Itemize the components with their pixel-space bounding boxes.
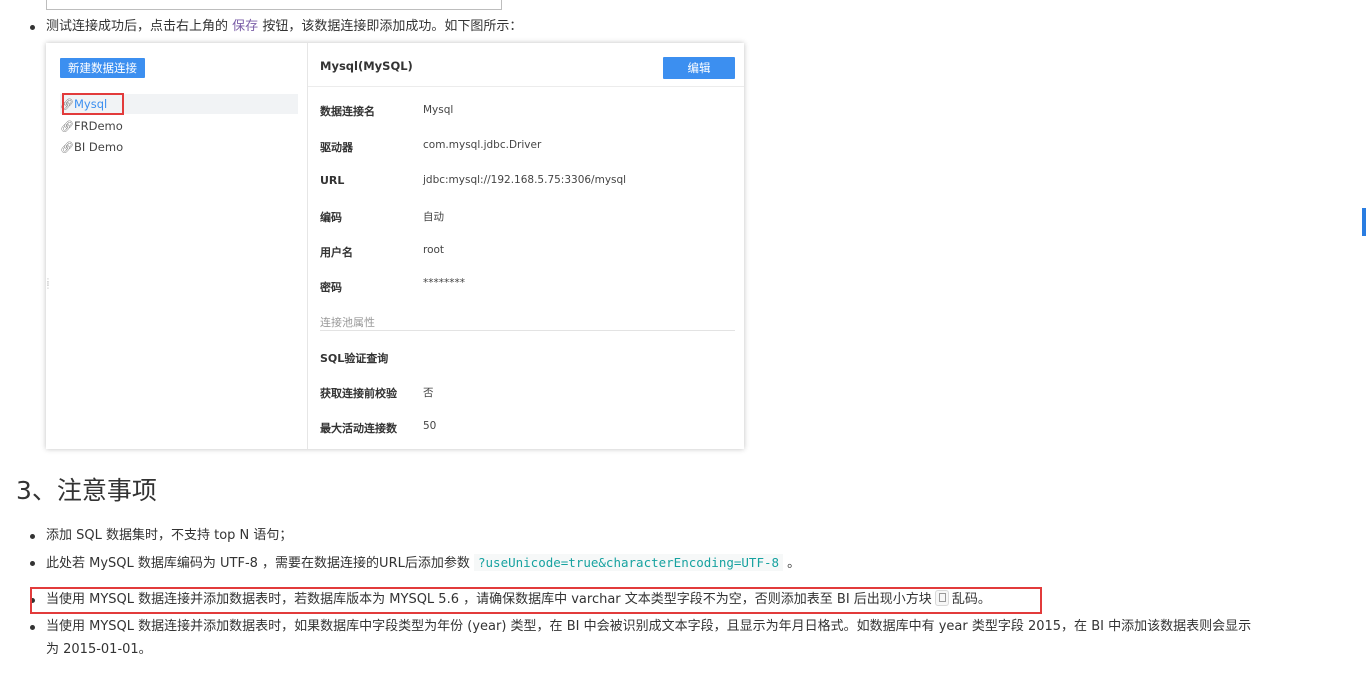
field-label-encoding: 编码 [320,211,342,224]
field-value-driver: com.mysql.jdbc.Driver [423,139,542,151]
pool-label-test-on-borrow: 获取连接前校验 [320,387,397,400]
connection-label: BI Demo [74,140,124,154]
field-label-url: URL [320,174,345,187]
detail-title: Mysql(MySQL) [320,59,413,73]
note-text: 添加 SQL 数据集时，不支持 top N 语句； [46,528,293,543]
field-label-driver: 驱动器 [320,141,353,154]
resize-grip-icon[interactable]: ⋮ ⋮ [44,278,52,292]
scroll-position-marker[interactable] [1362,208,1366,236]
connection-list-pane: 新建数据连接 🔗︎Mysql 🔗︎FRDemo 🔗︎BI Demo [46,43,308,449]
field-value-encoding: 自动 [423,211,444,223]
field-value-url: jdbc:mysql://192.168.5.75:3306/mysql [423,174,627,186]
pool-section-title: 连接池属性 [320,316,375,329]
link-icon: 🔗︎ [60,120,74,133]
note-text: 当使用 MYSQL 数据连接并添加数据表时，如果数据库中字段类型为年份 (yea… [46,619,1252,634]
highlight-frame [30,587,1042,614]
previous-image-frame [46,0,502,10]
section-heading: 3、注意事项 [16,476,157,505]
field-value-password: ******** [423,277,465,289]
new-connection-button[interactable]: 新建数据连接 [60,58,145,78]
connection-label: FRDemo [74,119,123,133]
intro-text-before: 测试连接成功后，点击右上角的 [46,19,229,34]
note-item-4: 当使用 MYSQL 数据连接并添加数据表时，如果数据库中字段类型为年份 (yea… [30,617,1251,637]
pool-value-test-on-borrow: 否 [423,387,434,399]
pool-label-max-active: 最大活动连接数 [320,422,397,435]
embedded-screenshot: 新建数据连接 🔗︎Mysql 🔗︎FRDemo 🔗︎BI Demo Mysql(… [46,43,744,449]
field-label-password: 密码 [320,281,342,294]
connection-item-bi-demo[interactable]: 🔗︎BI Demo [60,137,298,157]
pool-divider [320,330,735,331]
url-parameter-code: ?useUnicode=true&characterEncoding=UTF-8 [474,554,784,571]
link-icon: 🔗︎ [60,141,74,154]
divider [308,86,744,87]
note-text: 此处若 MySQL 数据库编码为 UTF-8 ，需要在数据连接的URL后添加参数 [46,556,470,571]
connection-item-frdemo[interactable]: 🔗︎FRDemo [60,116,298,136]
note-text: 。 [787,556,801,571]
pool-label-validation-query: SQL验证查询 [320,352,389,365]
field-value-name: Mysql [423,104,454,116]
edit-button[interactable]: 编辑 [663,57,735,79]
save-link[interactable]: 保存 [232,19,258,34]
intro-text-after: 按钮，该数据连接即添加成功。如下图所示： [262,19,523,34]
field-label-username: 用户名 [320,246,353,259]
connection-detail-pane: Mysql(MySQL) 编辑 数据连接名 Mysql 驱动器 com.mysq… [308,43,744,449]
intro-bullet: 测试连接成功后，点击右上角的 保存 按钮，该数据连接即添加成功。如下图所示： [30,17,522,37]
note-item-2: 此处若 MySQL 数据库编码为 UTF-8 ，需要在数据连接的URL后添加参数… [30,553,800,574]
selected-highlight-box [62,93,124,115]
field-label-name: 数据连接名 [320,105,375,118]
note-item-4-continued: 为 2015-01-01。 [46,642,152,657]
field-value-username: root [423,244,445,256]
pool-value-max-active: 50 [423,420,437,432]
note-item-1: 添加 SQL 数据集时，不支持 top N 语句； [30,526,292,546]
